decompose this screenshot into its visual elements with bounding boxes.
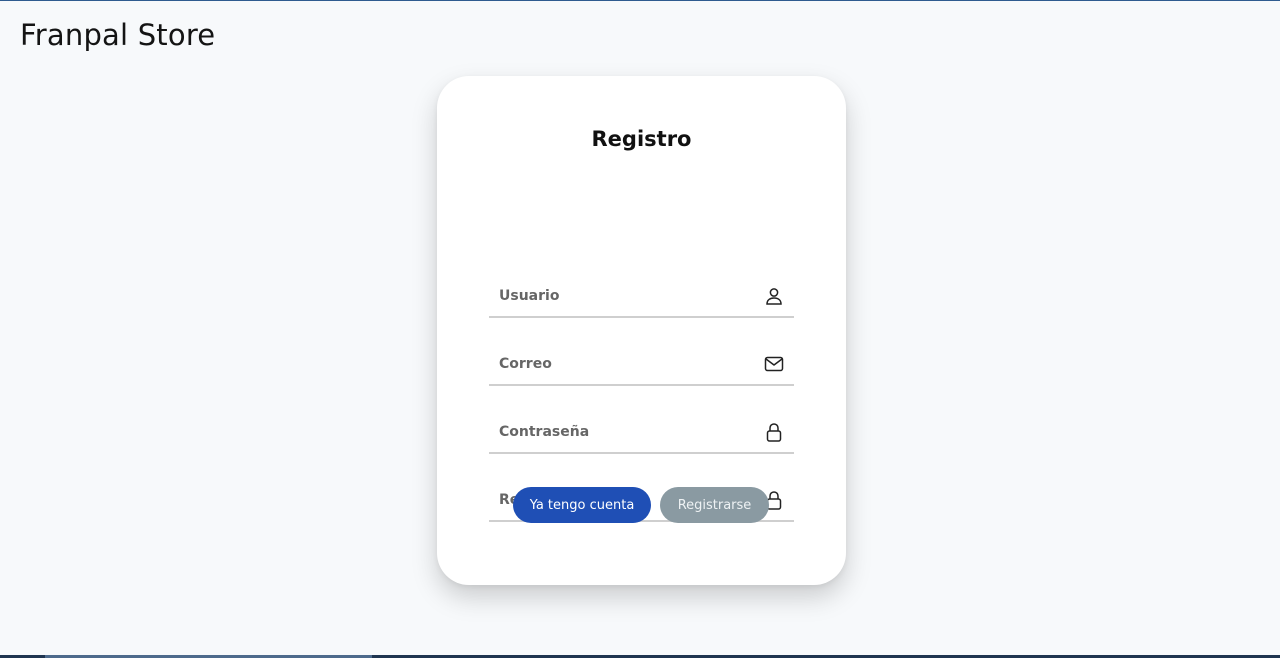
login-button[interactable]: Ya tengo cuenta: [513, 487, 651, 523]
mail-icon: [764, 356, 784, 372]
form-title: Registro: [591, 127, 692, 151]
user-icon: [766, 288, 782, 305]
username-field: [489, 278, 794, 318]
register-button[interactable]: Registrarse: [660, 487, 769, 523]
email-input[interactable]: [489, 346, 759, 382]
password-field: [489, 414, 794, 454]
register-card: Registro Ya tengo cuenta Registrarse: [437, 76, 846, 585]
brand-title: Franpal Store: [20, 18, 216, 52]
top-border: [0, 0, 1280, 1]
lock-icon: [766, 423, 782, 442]
email-field: [489, 346, 794, 386]
username-input[interactable]: [489, 278, 759, 314]
password-input[interactable]: [489, 414, 759, 450]
